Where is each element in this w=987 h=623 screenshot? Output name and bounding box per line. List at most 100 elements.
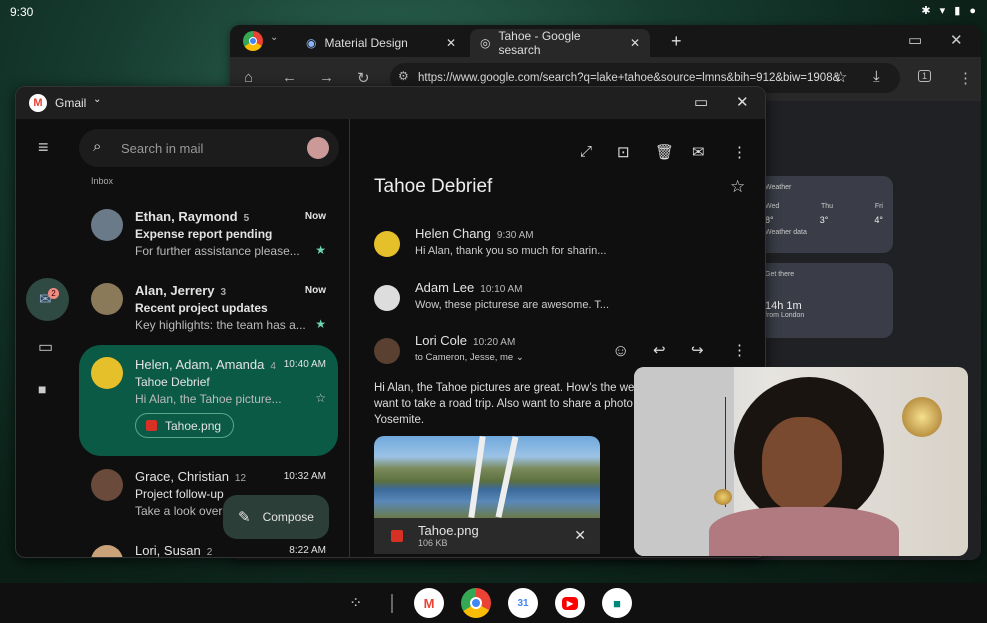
tab-count-button[interactable]: 1 — [918, 70, 932, 82]
compose-label: Compose — [262, 510, 314, 524]
status-time: 9:30 — [10, 5, 34, 19]
message-collapsed[interactable]: Adam Lee 10:10 AM Wow, these picturese ar… — [374, 280, 734, 316]
mark-unread-icon[interactable]: ✉ — [692, 143, 705, 161]
time: 10:20 AM — [473, 337, 516, 348]
message-header[interactable]: Lori Cole 10:20 AM to Cameron, Jesse, me … — [374, 333, 734, 369]
close-icon[interactable]: ✕ — [574, 527, 586, 544]
sender: Helen Chang — [415, 226, 491, 241]
chevron-down-icon[interactable]: ⌄ — [93, 94, 101, 105]
youtube-app-icon[interactable]: ▶ — [555, 588, 585, 618]
expand-icon[interactable]: ⤢ — [580, 143, 592, 160]
more-icon[interactable]: ⋮ — [732, 143, 747, 161]
tab-tahoe[interactable]: ◎ Tahoe - Google sesarch ✕ — [470, 29, 650, 57]
home-icon[interactable]: ⌂ — [244, 69, 253, 86]
thread-names: Alan, Jerrery — [135, 283, 215, 298]
compose-button[interactable]: ✎ Compose — [223, 495, 329, 539]
day: Fri — [874, 203, 883, 210]
more-icon[interactable]: ⋮ — [732, 341, 747, 359]
thread-subject: Tahoe Debrief — [135, 375, 210, 389]
get-there-title: Get there — [765, 271, 795, 278]
unread-badge: 2 — [48, 288, 59, 299]
thread-snippet: For further assistance please... — [135, 244, 300, 258]
emoji-icon[interactable]: ☺ — [612, 341, 629, 361]
close-tab-icon[interactable]: ✕ — [630, 36, 640, 50]
sender: Lori Cole — [415, 333, 468, 348]
attachment-name: Tahoe.png — [418, 523, 479, 538]
menu-icon[interactable]: ⋮ — [958, 69, 973, 87]
attachment-image-preview[interactable] — [374, 436, 600, 518]
snippet: Hi Alan, thank you so much for sharin... — [415, 245, 607, 257]
avatar — [374, 338, 400, 364]
weather-card[interactable]: Weather Wed Thu Fri 8° 3° 4° Weather data — [755, 176, 893, 253]
thread-subject: Recent project updates — [135, 301, 268, 315]
thread-names: Lori, Susan — [135, 543, 201, 558]
thread-time: 8:22 AM — [289, 545, 326, 556]
video-call-pip[interactable] — [634, 367, 968, 556]
weather-title: Weather — [765, 184, 792, 191]
gmail-app-icon[interactable]: M — [414, 588, 444, 618]
calendar-app-icon[interactable]: 31 — [508, 588, 538, 618]
meet-app-icon[interactable]: ■ — [602, 588, 632, 618]
thread-snippet: Hi Alan, the Tahoe picture... — [135, 392, 282, 406]
star-outline-icon[interactable]: ☆ — [315, 391, 326, 405]
meet-icon[interactable]: ■ — [38, 381, 46, 397]
day: Wed — [765, 203, 780, 210]
avatar — [91, 469, 123, 501]
thread-item[interactable]: Alan, Jerrery 3 Now Recent project update… — [79, 283, 338, 343]
menu-icon[interactable]: ≡ — [38, 137, 49, 158]
mail-nav-button[interactable]: ✉ 2 — [26, 278, 69, 321]
taskbar: ⁘ M 31 ▶ ■ — [0, 583, 987, 623]
message-collapsed[interactable]: Helen Chang 9:30 AM Hi Alan, thank you so… — [374, 226, 734, 262]
account-avatar[interactable] — [307, 137, 329, 159]
reply-icon[interactable]: ↩ — [653, 341, 666, 359]
star-filled-icon[interactable]: ★ — [315, 243, 326, 257]
delete-icon[interactable]: 🗑 — [655, 143, 674, 161]
search-input[interactable]: ⌕ Search in mail — [79, 129, 339, 167]
chrome-app-icon[interactable] — [461, 588, 491, 618]
new-tab-icon[interactable]: + — [671, 31, 682, 52]
forward-icon[interactable]: → — [319, 69, 334, 86]
avatar — [91, 209, 123, 241]
thread-names: Ethan, Raymond — [135, 209, 238, 224]
reload-icon[interactable]: ↻ — [357, 69, 370, 87]
weather-footer: Weather data — [765, 229, 807, 236]
thread-item[interactable]: Ethan, Raymond 5 Now Expense report pendi… — [79, 209, 338, 269]
bookmark-star-icon[interactable]: ☆ — [834, 68, 847, 86]
star-filled-icon[interactable]: ★ — [315, 317, 326, 331]
thread-names: Helen, Adam, Amanda — [135, 357, 265, 372]
close-tab-icon[interactable]: ✕ — [446, 36, 456, 50]
chevron-down-icon[interactable]: ⌄ — [516, 352, 524, 363]
thread-item[interactable]: Lori, Susan 2 8:22 AM — [79, 543, 338, 558]
chevron-down-icon[interactable]: ⌄ — [270, 32, 278, 43]
launcher-icon[interactable]: ⁘ — [349, 593, 362, 613]
maximize-icon[interactable]: ▭ — [908, 31, 922, 49]
day: Thu — [821, 203, 834, 210]
archive-icon[interactable]: ⊡ — [617, 143, 630, 161]
attachment-chip[interactable]: Tahoe.png — [135, 413, 235, 438]
tab-material-design[interactable]: ◉ Material Design ✕ — [296, 29, 466, 57]
inbox-label: Inbox — [91, 176, 114, 186]
temp: 4° — [874, 215, 883, 225]
material-icon: ◉ — [306, 36, 317, 50]
gmail-logo-icon: M — [29, 94, 47, 112]
back-icon[interactable]: ← — [282, 69, 297, 86]
get-there-card[interactable]: Get there 14h 1m from London — [755, 263, 893, 338]
url-text: https://www.google.com/search?q=lake+tah… — [418, 72, 841, 84]
thread-time: Now — [304, 211, 326, 222]
attachment-bar[interactable]: Tahoe.png 106 KB ✕ — [374, 518, 600, 554]
download-icon[interactable]: ⤓ — [873, 68, 880, 85]
chat-icon[interactable]: ▭ — [38, 337, 53, 357]
thread-subject: Project follow-up — [135, 487, 224, 501]
status-icons: ✱ ▾ ▮ ● — [921, 4, 979, 17]
close-icon[interactable]: ✕ — [736, 93, 749, 111]
forward-icon[interactable]: ↪ — [691, 341, 704, 359]
search-placeholder: Search in mail — [121, 140, 204, 156]
thread-item-selected[interactable]: Helen, Adam, Amanda 4 10:40 AM Tahoe Debr… — [79, 345, 338, 456]
star-outline-icon[interactable]: ☆ — [730, 177, 745, 197]
app-title: Gmail — [55, 96, 87, 110]
site-settings-icon[interactable]: ⚙ — [398, 69, 409, 83]
thread-list-pane: ≡ ✉ 2 ▭ ■ ⌕ Search in mail Inbox Ethan, Ra… — [16, 119, 348, 557]
chrome-logo-icon[interactable] — [243, 31, 263, 51]
maximize-icon[interactable]: ▭ — [694, 93, 708, 111]
close-icon[interactable]: ✕ — [950, 31, 963, 49]
